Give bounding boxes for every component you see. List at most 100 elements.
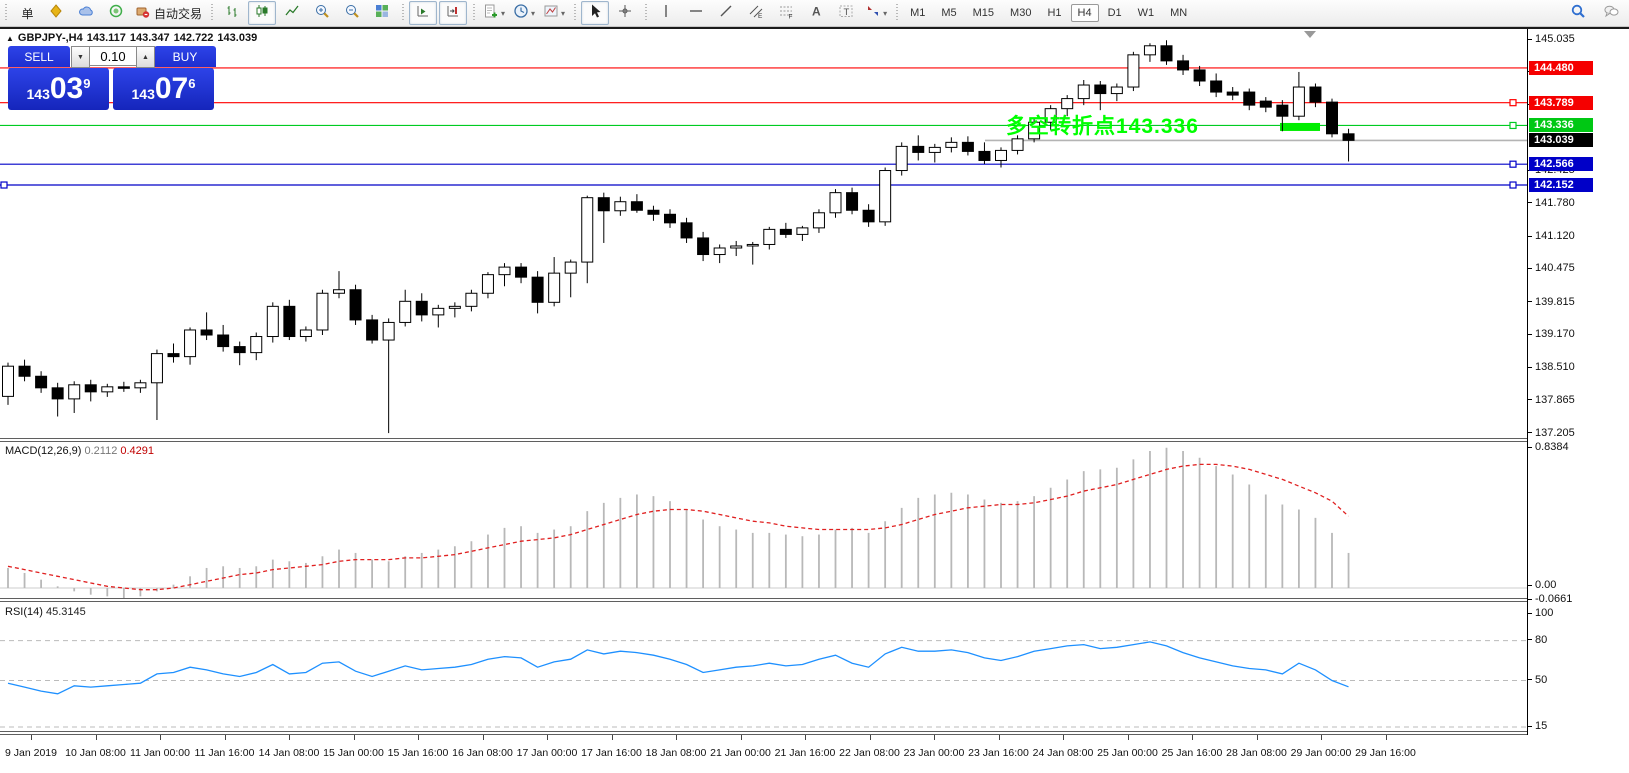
search-icon <box>1570 3 1586 24</box>
chevron-down-icon[interactable]: ▾ <box>561 9 565 18</box>
time-label: 17 Jan 00:00 <box>517 747 578 759</box>
tf-d1-button-label: D1 <box>1108 7 1122 19</box>
new-order-button-label: 单 <box>21 5 33 22</box>
sell-price-prefix: 143 <box>27 86 50 102</box>
zoom-in-button[interactable] <box>308 1 336 25</box>
tf-mn-button[interactable]: MN <box>1163 4 1194 22</box>
tf-d1-button[interactable]: D1 <box>1101 4 1129 22</box>
zoom-out-button[interactable] <box>338 1 366 25</box>
macd-tick: 0.8384 <box>1528 441 1569 453</box>
buy-button[interactable]: BUY <box>154 46 216 67</box>
price-tick: 137.205 <box>1528 427 1575 439</box>
periods-button[interactable]: ▾ <box>510 1 538 25</box>
line-chart-button[interactable] <box>278 1 306 25</box>
tf-m1-button[interactable]: M1 <box>903 4 932 22</box>
time-label: 23 Jan 00:00 <box>904 747 965 759</box>
collapse-icon[interactable]: ▲ <box>6 34 14 43</box>
volume-increment-button[interactable]: ▲ <box>136 46 155 68</box>
time-label: 21 Jan 00:00 <box>710 747 771 759</box>
chevron-down-icon[interactable]: ▾ <box>501 9 505 18</box>
macd-signal-value: 0.4291 <box>120 445 154 457</box>
time-tick <box>547 735 548 740</box>
time-tick <box>741 735 742 740</box>
candlestick-button[interactable] <box>248 1 276 25</box>
autotrade-icon <box>135 3 151 24</box>
chat-button[interactable] <box>1597 1 1625 25</box>
chevron-down-icon[interactable]: ▾ <box>883 9 887 18</box>
volume-decrement-button[interactable]: ▼ <box>71 46 90 68</box>
arrows-button[interactable]: ▾ <box>862 1 890 25</box>
time-tick <box>31 735 32 740</box>
sell-button[interactable]: SELL <box>8 46 70 67</box>
svg-text:A: A <box>812 4 821 18</box>
hline-price-label: 144.480 <box>1529 61 1593 75</box>
sell-price-button[interactable]: 143039 <box>8 68 109 110</box>
tf-m15-button[interactable]: M15 <box>966 4 1001 22</box>
tile-windows-button[interactable] <box>368 1 396 25</box>
signals-button[interactable] <box>102 1 130 25</box>
indicators-button[interactable]: ▾ <box>480 1 508 25</box>
publish-button[interactable] <box>72 1 100 25</box>
price-tick: 139.170 <box>1528 328 1575 340</box>
label-button[interactable]: T <box>832 1 860 25</box>
time-label: 28 Jan 08:00 <box>1226 747 1287 759</box>
tf-h1-button[interactable]: H1 <box>1040 4 1068 22</box>
shift-icon <box>415 3 431 24</box>
volume-input[interactable] <box>90 46 136 66</box>
time-label: 14 Jan 08:00 <box>259 747 320 759</box>
macd-tick: -0.0661 <box>1528 593 1572 605</box>
time-label: 25 Jan 00:00 <box>1097 747 1158 759</box>
indicators-icon <box>483 3 499 24</box>
price-tick: 141.780 <box>1528 197 1575 209</box>
market-watch-button[interactable] <box>42 1 70 25</box>
rsi-panel-canvas[interactable] <box>0 602 1527 731</box>
periods-icon <box>513 3 529 24</box>
buy-price-button[interactable]: 143076 <box>113 68 214 110</box>
tf-m5-button[interactable]: M5 <box>934 4 963 22</box>
tf-m30-button[interactable]: M30 <box>1003 4 1038 22</box>
price-tick: 139.815 <box>1528 296 1575 308</box>
chevron-down-icon[interactable]: ▾ <box>531 9 535 18</box>
linechart-icon <box>284 3 300 24</box>
macd-panel-canvas[interactable] <box>0 442 1527 598</box>
symbol-header: ▲GBPJPY-,H4143.117143.347142.722143.039 <box>6 32 261 44</box>
hline-price-label: 143.789 <box>1529 96 1593 110</box>
price-scale[interactable]: 145.035144.390143.730142.425141.780141.1… <box>1527 29 1629 735</box>
toolbar-group-separator <box>400 4 405 22</box>
time-tick <box>805 735 806 740</box>
trendline-button[interactable] <box>712 1 740 25</box>
candles-icon <box>254 3 270 24</box>
text-button[interactable]: A <box>802 1 830 25</box>
bar-chart-button[interactable] <box>218 1 246 25</box>
buy-price-sup: 6 <box>188 76 195 91</box>
main-chart-canvas[interactable] <box>0 29 1527 438</box>
time-label: 15 Jan 00:00 <box>323 747 384 759</box>
time-tick <box>354 735 355 740</box>
crosshair-button[interactable] <box>611 1 639 25</box>
hline-price-label: 143.336 <box>1529 118 1593 132</box>
templates-button[interactable]: ▾ <box>540 1 568 25</box>
time-axis[interactable]: 9 Jan 201910 Jan 08:0011 Jan 00:0011 Jan… <box>0 735 1629 773</box>
volume-control: ▼ ▲ <box>71 46 155 66</box>
price-tick: 141.120 <box>1528 230 1575 242</box>
auto-scroll-button[interactable] <box>439 1 467 25</box>
chat-icon <box>1603 3 1619 24</box>
chart-shift-button[interactable] <box>409 1 437 25</box>
channel-button[interactable]: E <box>742 1 770 25</box>
vertical-line-button[interactable] <box>652 1 680 25</box>
svg-text:T: T <box>844 6 850 17</box>
zoomout-icon <box>344 3 360 24</box>
toolbar: 单 自动交易 ▾ ▾ ▾ EFA T ▾ M1M5M15M30H1H4 D1 W1MN <box>0 0 1629 27</box>
cursor-button[interactable] <box>581 1 609 25</box>
autotrading-button[interactable]: 自动交易 <box>132 1 205 25</box>
new-order-button[interactable]: 单 <box>12 1 40 25</box>
tf-w1-button[interactable]: W1 <box>1131 4 1162 22</box>
vline-icon <box>658 3 674 24</box>
fibonacci-button[interactable]: F <box>772 1 800 25</box>
channel-icon: E <box>748 3 764 24</box>
search-button[interactable] <box>1564 1 1592 25</box>
rsi-value: 45.3145 <box>46 606 86 618</box>
tf-h4-button[interactable]: H4 <box>1071 4 1099 22</box>
time-label: 16 Jan 08:00 <box>452 747 513 759</box>
horizontal-line-button[interactable] <box>682 1 710 25</box>
